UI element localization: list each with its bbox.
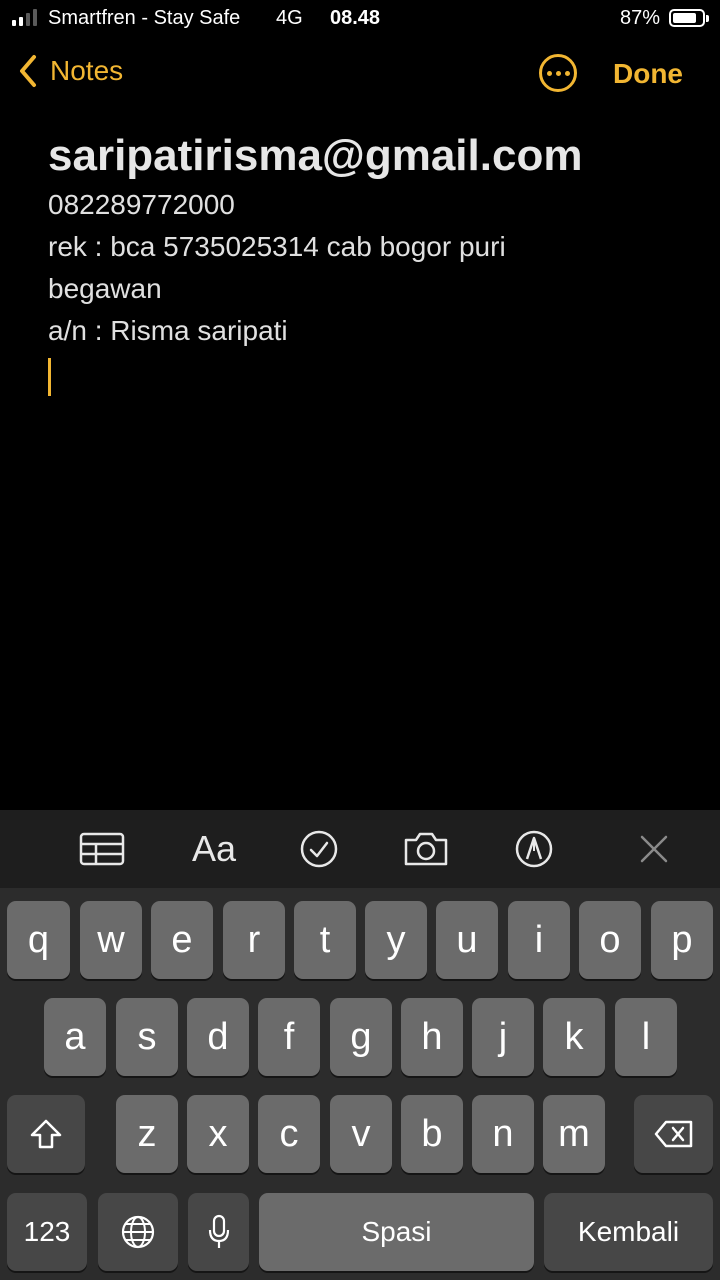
- key-z[interactable]: z: [116, 1095, 178, 1173]
- key-u[interactable]: u: [436, 901, 498, 979]
- carrier-name: Smartfren - Stay Safe: [48, 7, 241, 29]
- key-r[interactable]: r: [223, 901, 285, 979]
- more-options-icon[interactable]: [539, 54, 577, 92]
- backspace-key[interactable]: [634, 1095, 713, 1173]
- checklist-icon[interactable]: [298, 824, 340, 874]
- key-s[interactable]: s: [116, 998, 178, 1076]
- key-t[interactable]: t: [294, 901, 356, 979]
- done-button[interactable]: Done: [613, 58, 683, 90]
- back-label: Notes: [50, 55, 124, 86]
- signal-strength-icon: [12, 9, 37, 26]
- table-icon[interactable]: [78, 824, 126, 874]
- microphone-icon: [208, 1214, 229, 1248]
- camera-icon[interactable]: [402, 824, 450, 874]
- dictation-key[interactable]: [188, 1193, 249, 1271]
- note-line: begawan: [48, 273, 162, 304]
- return-key[interactable]: Kembali: [544, 1193, 713, 1271]
- key-y[interactable]: y: [365, 901, 427, 979]
- text-format-label: Aa: [191, 828, 237, 869]
- note-line: 082289772000: [48, 189, 235, 220]
- key-d[interactable]: d: [187, 998, 249, 1076]
- battery-percent: 87%: [620, 7, 661, 29]
- key-p[interactable]: p: [651, 901, 713, 979]
- keyboard: q w e r t y u i o p a s d f g h j k l z …: [0, 888, 720, 1280]
- key-e[interactable]: e: [151, 901, 213, 979]
- text-format-button[interactable]: Aa: [188, 824, 240, 874]
- space-key[interactable]: Spasi: [259, 1193, 534, 1271]
- chevron-left-icon: [20, 55, 36, 87]
- key-h[interactable]: h: [401, 998, 463, 1076]
- key-x[interactable]: x: [187, 1095, 249, 1173]
- key-m[interactable]: m: [543, 1095, 605, 1173]
- key-o[interactable]: o: [579, 901, 641, 979]
- note-editor[interactable]: saripatirisma@gmail.com 082289772000 rek…: [48, 128, 688, 396]
- key-b[interactable]: b: [401, 1095, 463, 1173]
- shift-key[interactable]: [7, 1095, 85, 1173]
- text-cursor: [48, 358, 51, 396]
- globe-icon: [121, 1215, 155, 1249]
- status-bar: Smartfren - Stay Safe 4G 08.48 87%: [0, 0, 720, 38]
- key-j[interactable]: j: [472, 998, 534, 1076]
- key-w[interactable]: w: [80, 901, 142, 979]
- key-f[interactable]: f: [258, 998, 320, 1076]
- shift-arrow-icon: [30, 1119, 62, 1149]
- close-icon[interactable]: [636, 824, 672, 874]
- key-g[interactable]: g: [330, 998, 392, 1076]
- network-type: 4G: [276, 7, 303, 29]
- markup-icon[interactable]: [513, 824, 555, 874]
- numbers-key[interactable]: 123: [7, 1193, 87, 1271]
- globe-key[interactable]: [98, 1193, 178, 1271]
- key-k[interactable]: k: [543, 998, 605, 1076]
- key-c[interactable]: c: [258, 1095, 320, 1173]
- note-title: saripatirisma@gmail.com: [48, 131, 583, 180]
- key-q[interactable]: q: [7, 901, 70, 979]
- back-button[interactable]: Notes: [18, 54, 123, 88]
- formatting-toolbar: Aa: [0, 810, 720, 888]
- backspace-icon: [654, 1120, 692, 1148]
- battery-icon: [669, 9, 709, 27]
- navigation-bar: Notes Done: [0, 44, 720, 104]
- key-a[interactable]: a: [44, 998, 106, 1076]
- note-line: rek : bca 5735025314 cab bogor puri: [48, 231, 506, 262]
- key-n[interactable]: n: [472, 1095, 534, 1173]
- status-time: 08.48: [330, 7, 381, 29]
- key-v[interactable]: v: [330, 1095, 392, 1173]
- key-l[interactable]: l: [615, 998, 677, 1076]
- note-line: a/n : Risma saripati: [48, 315, 288, 346]
- key-i[interactable]: i: [508, 901, 570, 979]
